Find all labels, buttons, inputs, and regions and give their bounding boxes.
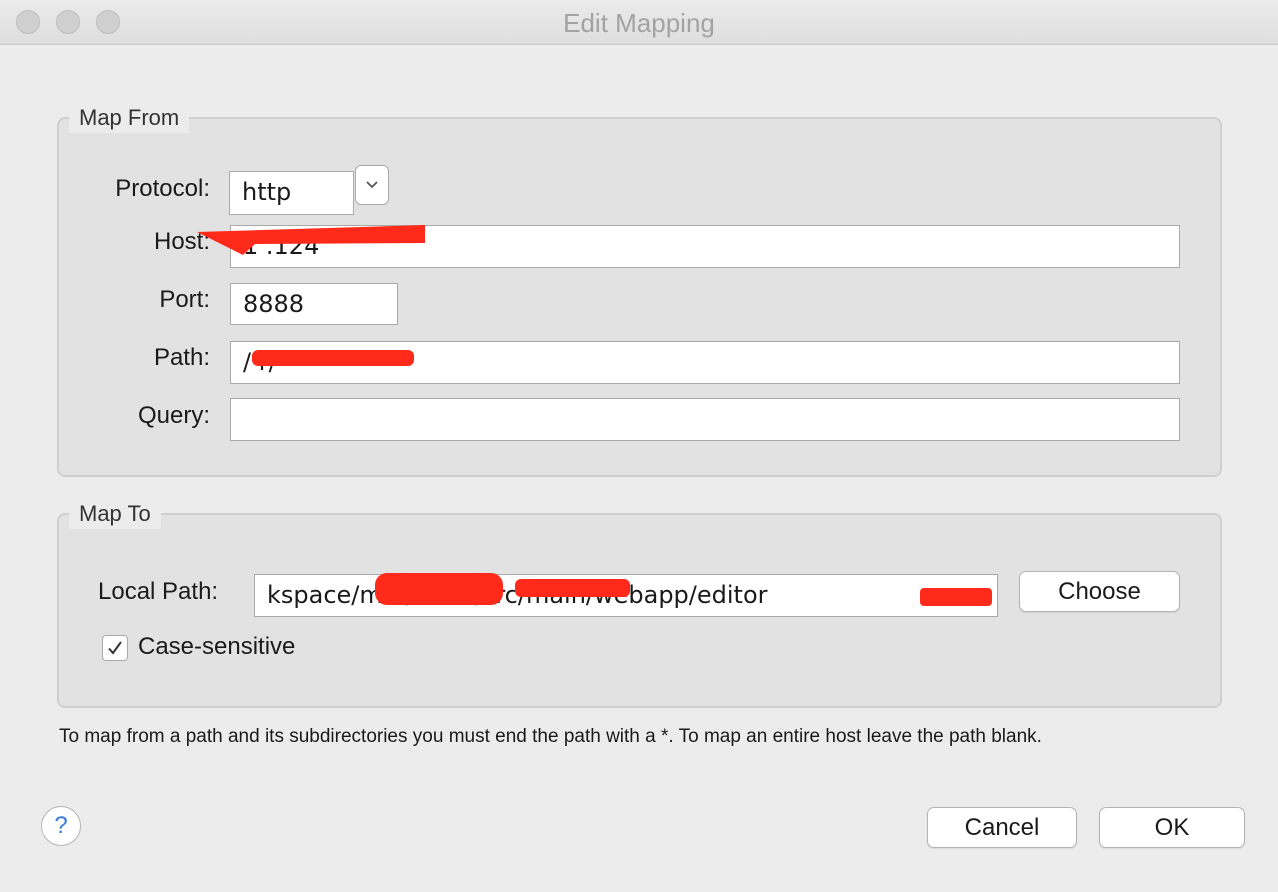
help-icon: ? [54,812,68,839]
protocol-select[interactable]: http [229,171,354,215]
cancel-button[interactable]: Cancel [927,807,1077,848]
protocol-label: Protocol: [115,175,210,202]
case-sensitive-checkbox[interactable] [102,635,128,661]
query-label: Query: [137,402,210,429]
protocol-dropdown-button[interactable] [355,165,389,205]
map-to-legend: Map To [69,499,161,529]
help-button[interactable]: ? [41,806,81,846]
host-label: Host: [153,228,210,255]
port-input[interactable]: 8888 [230,283,398,325]
ok-button[interactable]: OK [1099,807,1245,848]
path-hint-text: To map from a path and its subdirectorie… [59,726,1042,747]
chevron-down-icon [366,181,378,189]
choose-button[interactable]: Choose [1019,571,1180,612]
port-label: Port: [159,286,210,313]
local-path-redaction-mark-2 [515,579,630,597]
path-redaction-mark [252,350,414,366]
local-path-redaction-mark-3 [920,588,992,606]
case-sensitive-label: Case-sensitive [138,633,296,660]
title-bar: Edit Mapping [0,0,1278,45]
checkmark-icon [108,641,122,655]
window-title: Edit Mapping [563,8,715,38]
map-from-legend: Map From [69,103,190,133]
local-path-redaction-mark-1 [375,573,503,605]
path-label: Path: [153,344,210,371]
host-redaction-mark [197,225,425,255]
query-input[interactable] [230,398,1180,441]
local-path-label: Local Path: [98,578,219,605]
